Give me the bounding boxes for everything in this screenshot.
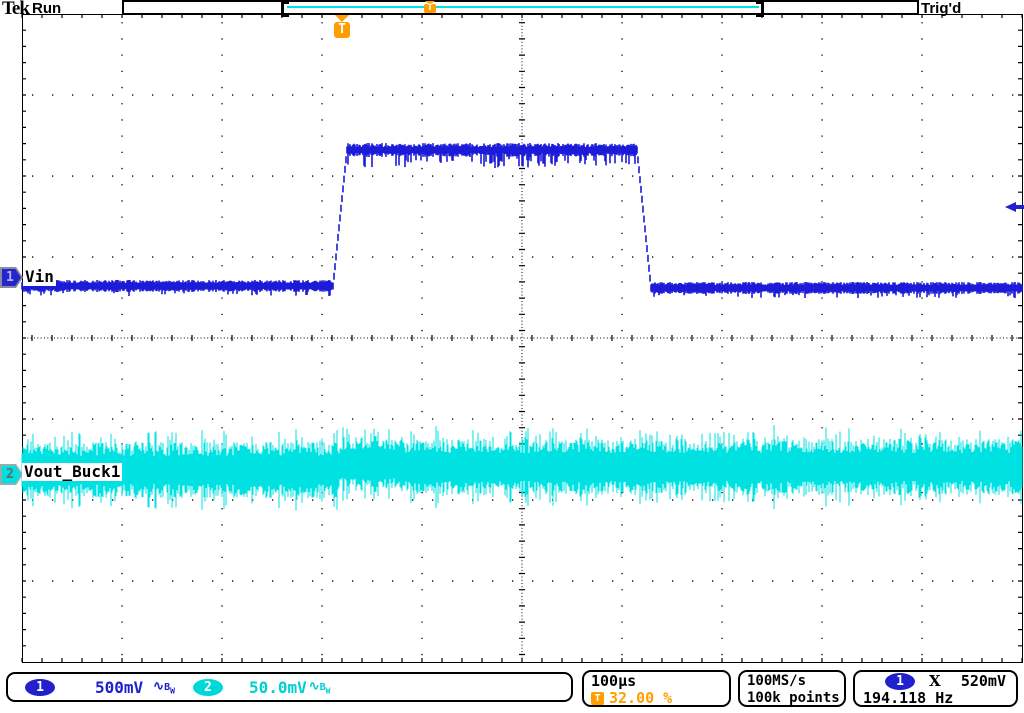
ch1-badge: 1 <box>25 679 55 696</box>
ch1-coupling-icon: ∿BW <box>153 679 175 696</box>
ch1-waveform-label: Vin <box>23 268 56 286</box>
sample-rate-value: 100MS/s <box>747 673 844 690</box>
timebase-value: 100µs <box>591 673 729 690</box>
ch1-ground-marker: 1 <box>0 267 23 288</box>
record-window-open-bracket <box>281 2 289 17</box>
trigger-readout: 1 X 520mV 194.118 Hz <box>853 670 1018 707</box>
record-waveform-line <box>287 6 759 8</box>
trigger-position-value: 32.00 % <box>609 690 672 707</box>
acquisition-status: Run <box>32 0 61 17</box>
oscilloscope-screen: Tek Run Trig'd T T 1 2 Vin Vout_Buck1 1 … <box>0 0 1024 713</box>
waveform-display <box>0 0 1024 713</box>
trigger-level-value: 520mV <box>961 673 1006 690</box>
channel-scale-readout: 1 500mV ∿BW 2 50.0mV ∿BW <box>6 672 573 702</box>
trigger-source-badge: 1 <box>885 673 915 690</box>
trigger-frequency-value: 194.118 Hz <box>863 690 1016 707</box>
tek-logo: Tek <box>2 0 29 20</box>
ch1-scale: 500mV <box>95 678 143 697</box>
trigger-slope-icon: X <box>929 673 941 690</box>
trigger-status: Trig'd <box>921 0 961 17</box>
ch2-waveform-label: Vout_Buck1 <box>22 463 122 481</box>
trigger-t-icon: T <box>591 692 604 705</box>
ch2-scale: 50.0mV <box>249 678 307 697</box>
acquisition-readout: 100MS/s 100k points <box>738 670 846 707</box>
triangle-down-icon <box>335 15 349 22</box>
trigger-level-arrow-icon <box>1005 202 1024 212</box>
horizontal-readout: 100µs T 32.00 % <box>582 670 731 707</box>
record-trigger-position-icon: T <box>424 1 436 13</box>
ch2-coupling-icon: ∿BW <box>309 679 331 696</box>
record-window-close-bracket <box>756 2 764 17</box>
trigger-t-icon: T <box>334 22 350 38</box>
trigger-position-marker: T <box>329 15 355 41</box>
graticule-grid <box>21 14 1022 662</box>
record-view-bar: T <box>122 0 919 15</box>
ch2-badge: 2 <box>193 679 223 696</box>
trigger-t-icon: T <box>424 4 436 13</box>
record-length-value: 100k points <box>747 690 844 707</box>
ch2-ground-marker: 2 <box>0 464 23 485</box>
trigger-position-row: T 32.00 % <box>591 690 729 707</box>
